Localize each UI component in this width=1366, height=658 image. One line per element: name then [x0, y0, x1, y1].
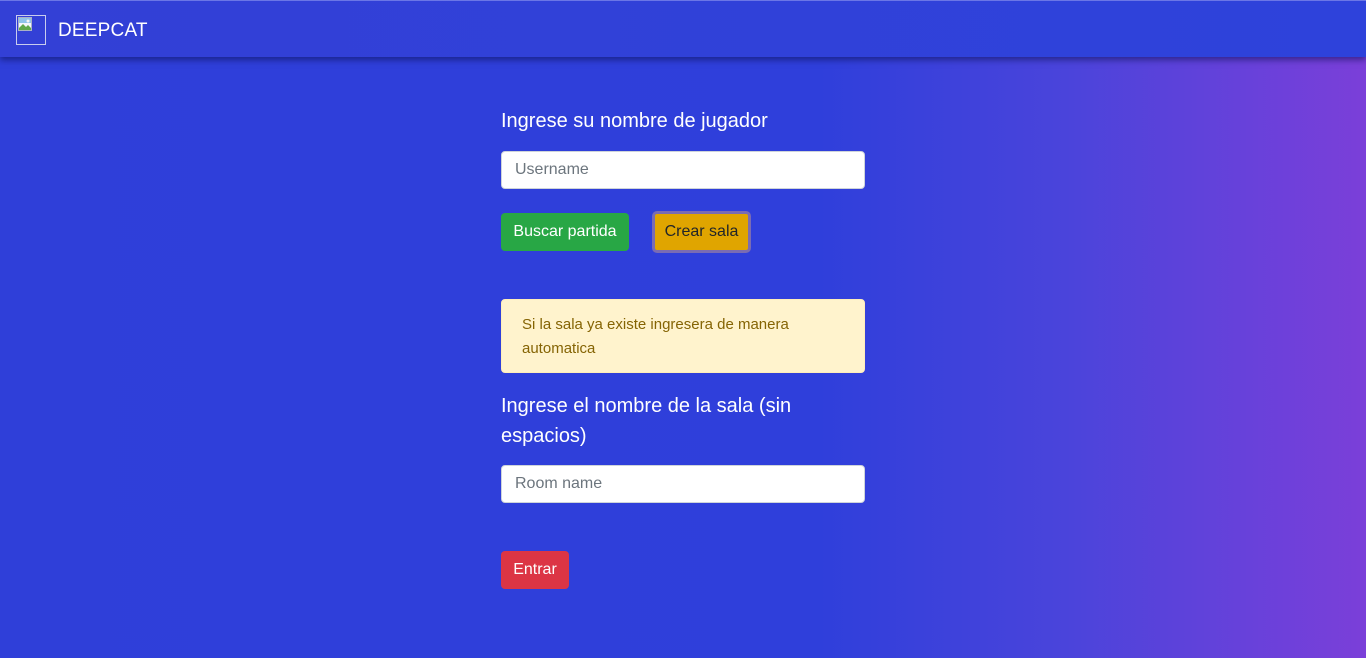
- logo-image[interactable]: [16, 15, 46, 45]
- brand-title[interactable]: DEEPCAT: [58, 20, 148, 42]
- room-name-heading: Ingrese el nombre de la sala (sin espaci…: [501, 391, 791, 451]
- player-name-heading: Ingrese su nombre de jugador: [501, 110, 768, 132]
- room-name-input[interactable]: [501, 465, 865, 503]
- info-alert-text: Si la sala ya existe ingresera de manera…: [522, 316, 789, 357]
- broken-image-icon: [18, 17, 32, 31]
- create-room-button[interactable]: Crear sala: [652, 211, 751, 253]
- room-heading-line-2: espacios): [501, 425, 587, 447]
- info-alert: Si la sala ya existe ingresera de manera…: [501, 299, 865, 373]
- enter-button[interactable]: Entrar: [501, 551, 569, 589]
- username-input[interactable]: [501, 151, 865, 189]
- room-heading-line-1: Ingrese el nombre de la sala (sin: [501, 395, 792, 417]
- top-navbar: DEEPCAT: [0, 0, 1366, 57]
- search-match-button[interactable]: Buscar partida: [501, 213, 629, 251]
